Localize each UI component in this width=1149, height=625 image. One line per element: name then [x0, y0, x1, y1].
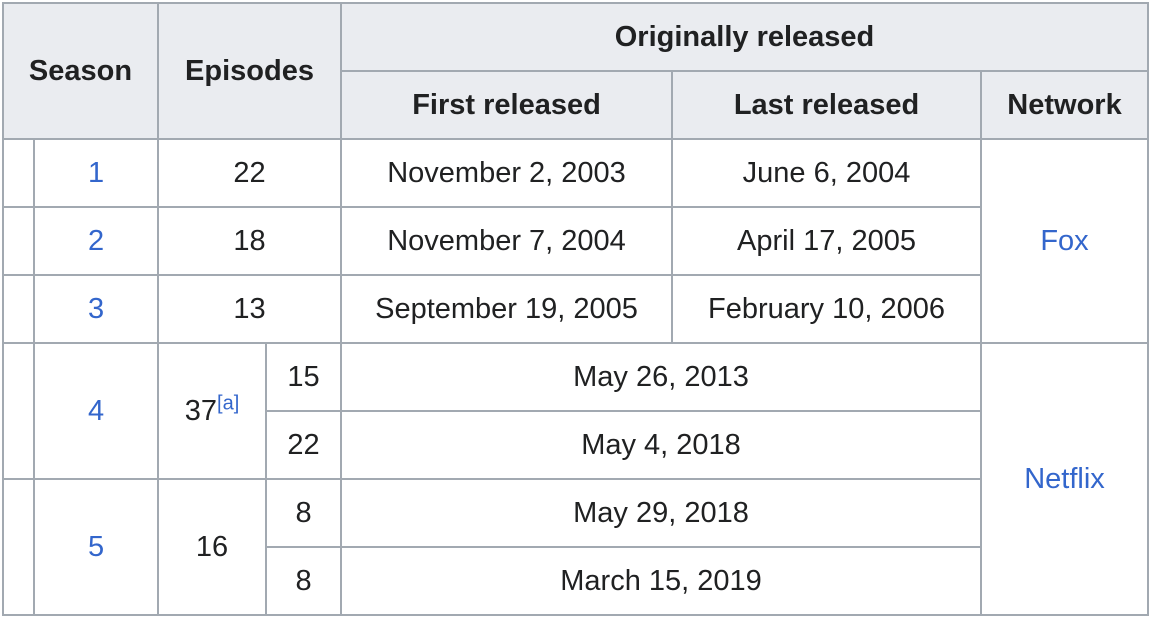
- part-episode-count: 8: [265, 478, 343, 548]
- release-date: May 29, 2018: [340, 478, 983, 548]
- last-released-date: June 6, 2004: [671, 138, 983, 208]
- last-released-date: February 10, 2006: [671, 274, 983, 344]
- network-cell-fox[interactable]: Fox: [980, 138, 1149, 344]
- table-row: 3 13 September 19, 2005 February 10, 200…: [2, 274, 1148, 344]
- season-link-text[interactable]: 3: [88, 293, 104, 325]
- season-color-swatch: [2, 274, 35, 344]
- network-cell-netflix[interactable]: Netflix: [980, 342, 1149, 616]
- release-date: May 4, 2018: [340, 410, 983, 480]
- season-color-swatch: [2, 138, 35, 208]
- footnote-ref[interactable]: [a]: [217, 392, 239, 414]
- network-link-fox[interactable]: Fox: [1040, 225, 1088, 257]
- last-released-header: Last released: [671, 70, 983, 140]
- release-date: March 15, 2019: [340, 546, 983, 616]
- season-color-swatch: [2, 206, 35, 276]
- table-row: 2 18 November 7, 2004 April 17, 2005: [2, 206, 1148, 276]
- episode-count: 13: [157, 274, 343, 344]
- season-header: Season: [1, 2, 160, 140]
- season-link-text[interactable]: 5: [88, 531, 104, 563]
- first-released-date: November 2, 2003: [340, 138, 674, 208]
- episode-count: 16: [157, 478, 268, 616]
- first-released-date: November 7, 2004: [340, 206, 674, 276]
- series-overview-table: Season Episodes Originally released Firs…: [1, 2, 1149, 616]
- season-link[interactable]: 2: [32, 206, 160, 276]
- originally-released-header: Originally released: [340, 2, 1149, 72]
- episode-count: 37[a]: [157, 342, 268, 480]
- table-row: 1 22 November 2, 2003 June 6, 2004 Fox: [2, 138, 1149, 344]
- footnote-link[interactable]: [a]: [217, 392, 239, 414]
- first-released-date: September 19, 2005: [340, 274, 674, 344]
- episodes-header: Episodes: [157, 2, 343, 140]
- episode-count: 22: [157, 138, 343, 208]
- table-row: 4 37[a] 15 May 26, 2013 Netflix: [2, 342, 1149, 616]
- season-color-swatch: [2, 342, 35, 480]
- part-episode-count: 8: [265, 546, 343, 616]
- season-color-swatch: [2, 478, 35, 616]
- network-link-netflix[interactable]: Netflix: [1024, 463, 1105, 495]
- episode-count: 18: [157, 206, 343, 276]
- part-episode-count: 22: [265, 410, 343, 480]
- season-link-text[interactable]: 4: [88, 395, 104, 427]
- network-header: Network: [980, 70, 1149, 140]
- release-date: May 26, 2013: [340, 342, 983, 412]
- season-link-text[interactable]: 1: [88, 157, 104, 189]
- season-link[interactable]: 4: [32, 342, 160, 480]
- first-released-header: First released: [340, 70, 674, 140]
- table-row: 5 16 8 May 29, 2018: [2, 478, 1148, 616]
- episode-count-value: 37: [184, 394, 218, 427]
- season-link[interactable]: 5: [32, 478, 160, 616]
- last-released-date: April 17, 2005: [671, 206, 983, 276]
- part-episode-count: 15: [265, 342, 343, 412]
- season-link[interactable]: 1: [32, 138, 160, 208]
- season-link-text[interactable]: 2: [88, 225, 104, 257]
- season-link[interactable]: 3: [32, 274, 160, 344]
